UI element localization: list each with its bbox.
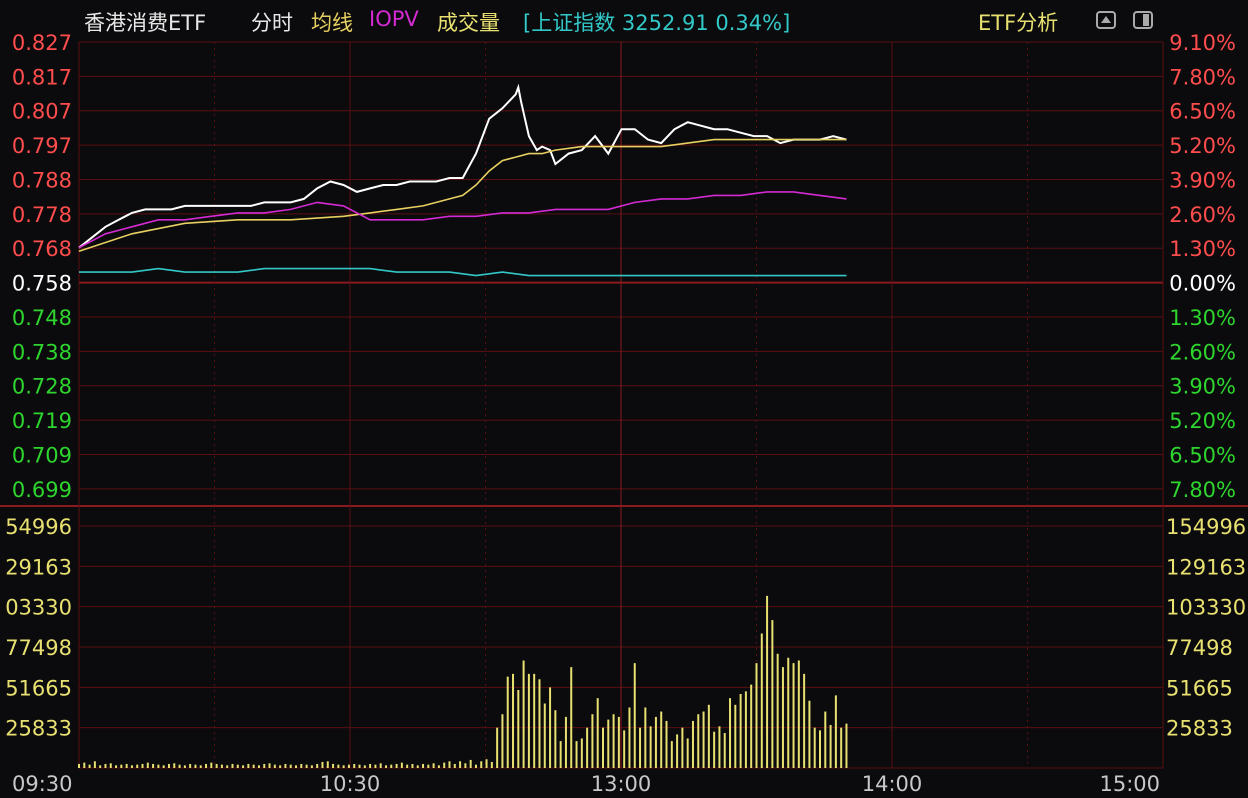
price-tick-label: 0.758 [12, 272, 72, 296]
volume-tick-label: 54996 [5, 515, 72, 539]
volume-tick-label: 29163 [5, 555, 72, 579]
price-tick-label: 0.778 [12, 203, 72, 227]
time-axis: 09:30 10:30 13:00 14:00 15:00 [12, 772, 1160, 796]
intraday-chart: 0.827 0.817 0.807 0.797 0.788 0.778 0.768 0.758… [0, 31, 1248, 796]
time-tick-label: 10:30 [320, 772, 381, 796]
time-tick-label: 13:00 [591, 772, 652, 796]
index-line [79, 267, 847, 277]
price-tick-label: 0.768 [12, 237, 72, 261]
price-tick-label: 0.709 [12, 443, 72, 467]
price-axis: 0.827 0.817 0.807 0.797 0.788 0.778 0.768 0.758… [12, 31, 72, 502]
volume-tick-label: 03330 [5, 596, 72, 620]
price-tick-label: 0.807 [12, 100, 72, 124]
price-tick-label: 0.788 [12, 168, 72, 192]
price-tick-label: 0.719 [12, 409, 72, 433]
percent-tick-label: 3.90% [1169, 168, 1236, 192]
time-tick-label: 15:00 [1099, 772, 1160, 796]
volume-tick-label-right: 77498 [1166, 636, 1233, 660]
price-line [78, 83, 847, 249]
percent-tick-label: 7.80% [1169, 478, 1236, 502]
volume-tick-label: 25833 [5, 717, 72, 741]
volume-tick-label-right: 154996 [1166, 515, 1246, 539]
percent-tick-label: 5.20% [1169, 134, 1236, 158]
percent-tick-label: 6.50% [1169, 443, 1236, 467]
price-lines [78, 83, 847, 277]
price-tick-label: 0.738 [12, 340, 72, 364]
percent-tick-label: 6.50% [1169, 100, 1236, 124]
percent-tick-label: 7.80% [1169, 65, 1236, 89]
volume-tick-label-right: 103330 [1166, 596, 1246, 620]
price-tick-label: 0.748 [12, 306, 72, 330]
percent-tick-label: 5.20% [1169, 409, 1236, 433]
volume-tick-label-right: 25833 [1166, 717, 1233, 741]
percent-tick-label: 0.00% [1169, 272, 1236, 296]
volume-tick-label: 77498 [5, 636, 72, 660]
price-tick-label: 0.728 [12, 375, 72, 399]
percent-axis: 9.10% 7.80% 6.50% 5.20% 3.90% 2.60% 1.30% 0.00%… [1169, 31, 1236, 502]
percent-tick-label: 9.10% [1169, 31, 1236, 55]
chart-grid [0, 41, 1248, 769]
volume-tick-label: 51665 [5, 676, 72, 700]
percent-tick-label: 1.30% [1169, 306, 1236, 330]
volume-tick-label-right: 51665 [1166, 676, 1233, 700]
volume-tick-label-right: 129163 [1166, 555, 1246, 579]
percent-tick-label: 1.30% [1169, 237, 1236, 261]
price-tick-label: 0.827 [12, 31, 72, 55]
time-tick-label: 14:00 [862, 772, 923, 796]
price-tick-label: 0.699 [12, 478, 72, 502]
percent-tick-label: 2.60% [1169, 203, 1236, 227]
volume-bars [78, 595, 848, 768]
iopv-line [78, 191, 847, 249]
volume-axis: 54996 154996 29163 129163 03330 103330 77498 77… [5, 515, 1246, 741]
percent-tick-label: 2.60% [1169, 340, 1236, 364]
price-tick-label: 0.817 [12, 65, 72, 89]
time-tick-label: 09:30 [12, 772, 73, 796]
percent-tick-label: 3.90% [1169, 375, 1236, 399]
price-tick-label: 0.797 [12, 134, 72, 158]
